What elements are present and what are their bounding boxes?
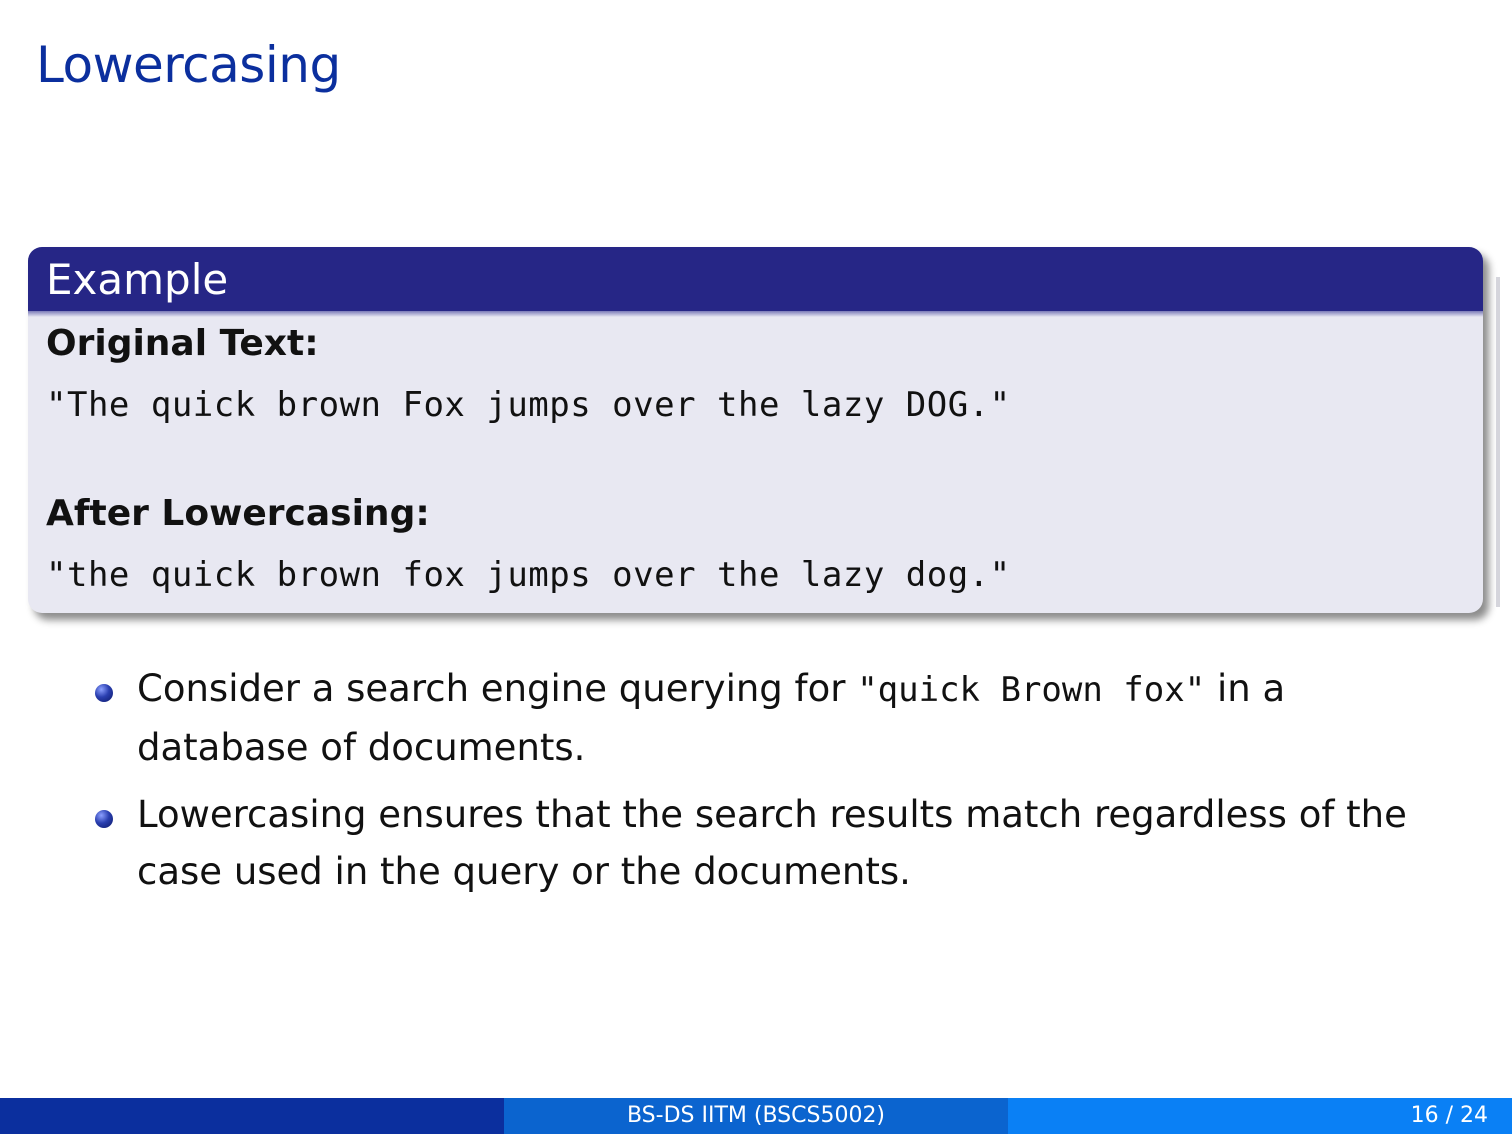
original-text-label: Original Text: [46,323,319,364]
list-item: Lowercasing ensures that the search resu… [95,786,1435,900]
bullet-text-before: Consider a search engine querying for [137,667,858,710]
footer-course-label: BS-DS IITM (BSCS5002) [504,1098,1008,1134]
footer-left-section [0,1098,504,1134]
block-shadow-edge [1496,277,1500,607]
example-block: Example Original Text: "The quick brown … [28,247,1483,613]
list-item: Consider a search engine querying for "q… [95,660,1435,776]
bullet-text: Lowercasing ensures that the search resu… [137,793,1407,893]
example-block-heading: Example [28,247,1483,317]
page-number: 16 / 24 [1410,1103,1488,1128]
bullet-list: Consider a search engine querying for "q… [95,660,1435,910]
slide-footer: BS-DS IITM (BSCS5002) 16 / 24 [0,1098,1512,1134]
after-lowercasing-value: "the quick brown fox jumps over the lazy… [46,555,1011,595]
after-lowercasing-label: After Lowercasing: [46,493,430,534]
footer-right-section: 16 / 24 [1008,1098,1512,1134]
slide-title: Lowercasing [36,36,341,94]
bullet-icon [95,810,113,828]
original-text-value: "The quick brown Fox jumps over the lazy… [46,385,1011,425]
bullet-query-code: "quick Brown fox" [857,670,1206,710]
bullet-icon [95,684,113,702]
